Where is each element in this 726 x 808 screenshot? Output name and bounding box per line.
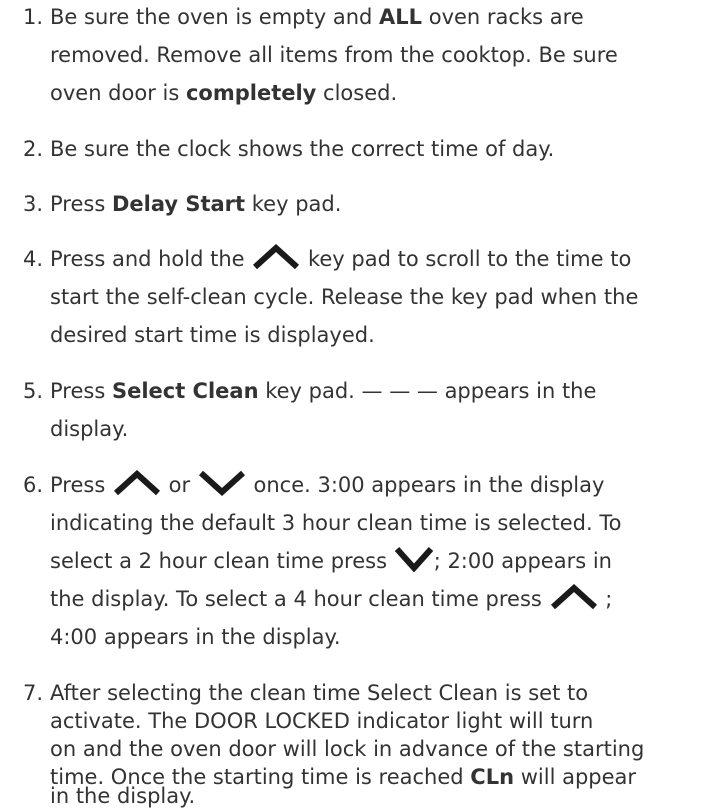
step-number: 7. [23,681,44,705]
step-number: 2. [23,137,44,161]
down-arrow-icon [197,470,247,496]
step-line: display. [50,417,129,441]
step-line: 4:00 appears in the display. [50,625,341,649]
step-line: the display. To select a 4 hour clean ti… [50,582,612,616]
up-arrow-icon [251,244,301,270]
step-line: Be sure the oven is empty and ALL oven r… [50,5,584,29]
step-line: removed. Remove all items from the cookt… [50,43,618,67]
step-number: 3. [23,192,44,216]
step-line: Be sure the clock shows the correct time… [50,137,555,161]
step-line: Press or once. 3:00 appears in the displ… [50,468,604,502]
step-line: Press and hold the key pad to scroll to … [50,242,631,276]
step-line: oven door is completely closed. [50,81,398,105]
step-number: 1. [23,5,44,29]
step-line: desired start time is displayed. [50,323,375,347]
up-arrow-icon [112,470,162,496]
down-arrow-icon [394,546,434,572]
step-line: start the self-clean cycle. Release the … [50,285,639,309]
up-arrow-icon [549,584,599,610]
step-number: 4. [23,247,44,271]
step-number: 6. [23,473,44,497]
step-line: indicating the default 3 hour clean time… [50,511,622,535]
step-line: select a 2 hour clean time press ; 2:00 … [50,544,612,578]
step-line: in the display. [50,784,196,808]
step-line: Press Select Clean key pad. — — — appear… [50,379,597,403]
step-number: 5. [23,379,44,403]
step-line: Press Delay Start key pad. [50,192,342,216]
